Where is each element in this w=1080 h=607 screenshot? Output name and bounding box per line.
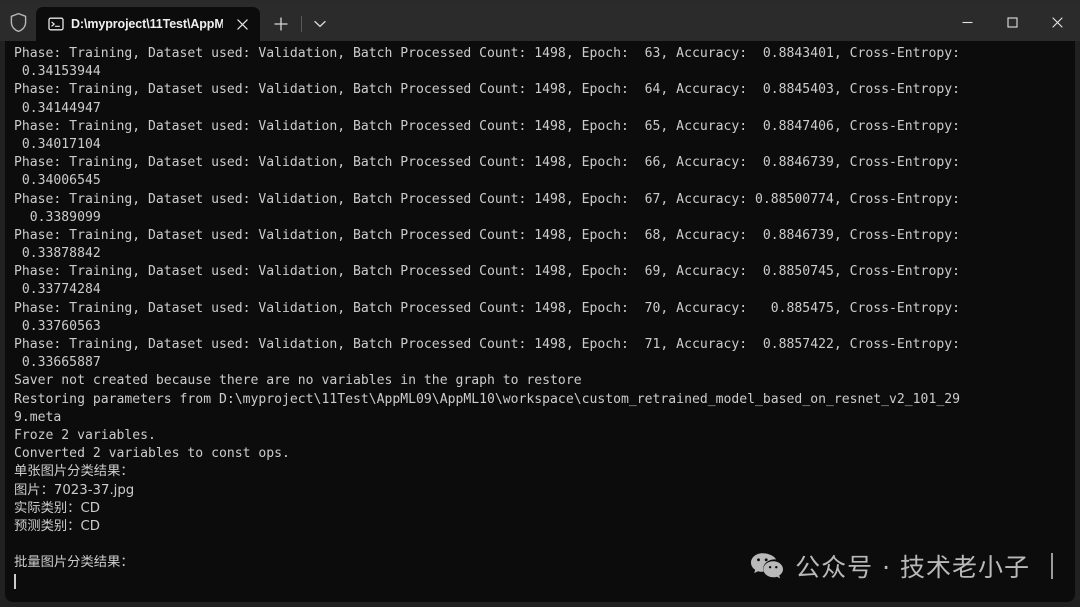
terminal-cursor-line [14,572,1075,590]
terminal-output-pane[interactable]: Phase: Training, Dataset used: Validatio… [5,41,1075,602]
window-drag-region [335,3,945,41]
terminal-window: D:\myproject\11Test\AppML0 Phase: Traini… [0,0,1080,607]
tab-bar-separator [301,16,302,32]
terminal-line: Phase: Training, Dataset used: Validatio… [14,191,960,207]
terminal-line: Restoring parameters from D:\myproject\1… [14,391,960,407]
terminal-text-buffer: Phase: Training, Dataset used: Validatio… [14,45,1075,572]
tab-dropdown-button[interactable] [305,7,335,41]
terminal-line: 0.33774284 [14,282,101,298]
window-controls [945,3,1080,41]
terminal-line: Phase: Training, Dataset used: Validatio… [14,82,960,98]
minimize-button[interactable] [945,3,990,41]
terminal-line: Froze 2 variables. [14,427,156,443]
text-cursor [14,574,16,590]
terminal-line: 0.34017104 [14,136,101,152]
maximize-button[interactable] [990,3,1035,41]
terminal-line: 0.3389099 [14,209,101,225]
terminal-line: Phase: Training, Dataset used: Validatio… [14,300,960,316]
terminal-line: 预测类别：CD [14,518,101,534]
terminal-line: Phase: Training, Dataset used: Validatio… [14,337,960,352]
terminal-line: 0.33878842 [14,246,101,262]
terminal-line: 0.33665887 [14,355,101,371]
terminal-line: Phase: Training, Dataset used: Validatio… [14,118,960,134]
terminal-line: Phase: Training, Dataset used: Validatio… [14,155,960,171]
tab-strip: D:\myproject\11Test\AppML0 [36,3,335,41]
terminal-line: Converted 2 variables to const ops. [14,446,290,462]
tab-close-button[interactable] [231,13,253,35]
close-button[interactable] [1035,3,1080,41]
title-bar: D:\myproject\11Test\AppML0 [0,3,1080,41]
terminal-line: Phase: Training, Dataset used: Validatio… [14,46,960,61]
new-tab-button[interactable] [264,7,298,41]
terminal-line: 图片：7023-37.jpg [14,482,135,498]
terminal-line: 0.34153944 [14,64,101,80]
shield-icon [0,3,36,41]
terminal-line: 实际类别：CD [14,500,101,516]
terminal-line: Phase: Training, Dataset used: Validatio… [14,227,960,243]
tab-title: D:\myproject\11Test\AppML0 [71,17,223,31]
terminal-tab[interactable]: D:\myproject\11Test\AppML0 [36,7,260,41]
terminal-line: 0.33760563 [14,318,101,334]
terminal-line: 单张图片分类结果： [14,464,134,480]
terminal-line: Phase: Training, Dataset used: Validatio… [14,264,960,280]
terminal-line: 9.meta [14,409,62,425]
terminal-line: 批量图片分类结果： [14,555,134,571]
terminal-frame: Phase: Training, Dataset used: Validatio… [0,41,1080,607]
command-prompt-icon [47,16,64,33]
terminal-line: 0.34144947 [14,100,101,116]
terminal-line: 0.34006545 [14,173,101,189]
terminal-line: Saver not created because there are no v… [14,373,582,389]
